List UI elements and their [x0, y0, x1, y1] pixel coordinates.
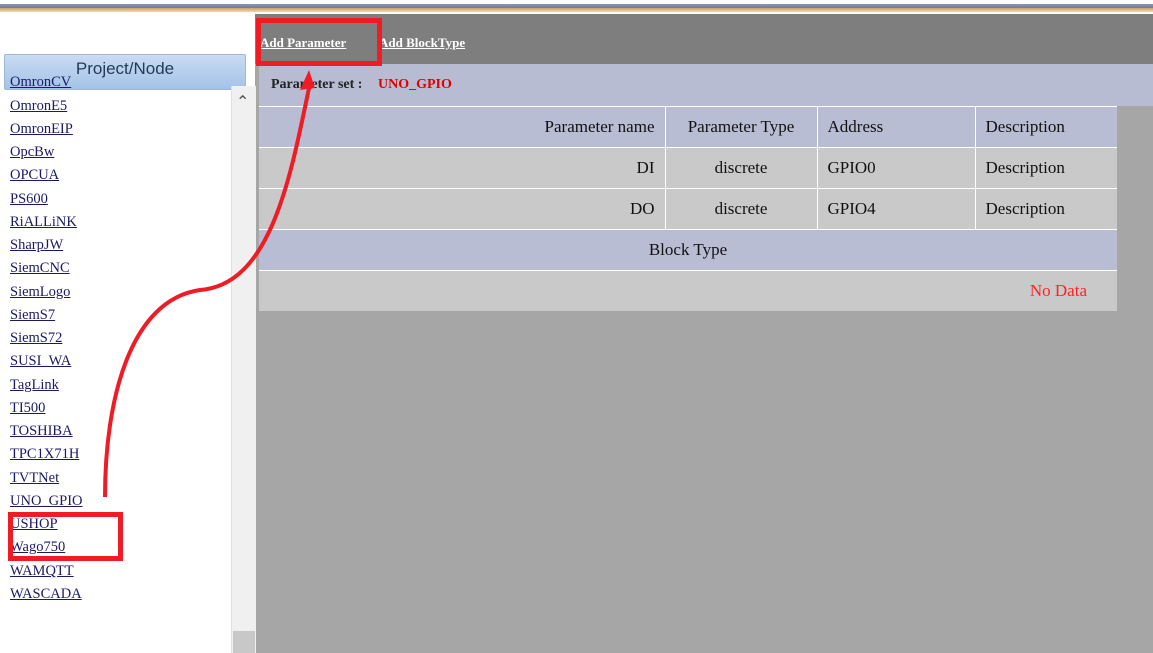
- sidebar-item-taglink[interactable]: TagLink: [10, 377, 59, 394]
- sidebar-item-uno-gpio[interactable]: UNO_GPIO: [10, 493, 83, 510]
- no-data-text: No Data: [259, 270, 1117, 311]
- sidebar-item-siems7[interactable]: SiemS7: [10, 307, 55, 324]
- sidebar-node-list: OmronCV OmronE5 OmronEIP OpcBw OPCUA PS6…: [10, 72, 230, 653]
- scrollbar-thumb[interactable]: [233, 631, 255, 653]
- cell-parameter-type: discrete: [665, 188, 818, 230]
- sidebar-item-riallink[interactable]: RiALLiNK: [10, 214, 77, 231]
- sidebar-item-tvtnet[interactable]: TVTNet: [10, 470, 59, 487]
- sidebar-item-omroncv[interactable]: OmronCV: [10, 74, 71, 91]
- parameter-panel: Parameter set : UNO_GPIO Parameter name …: [259, 64, 1153, 311]
- block-type-empty-row: No Data: [259, 270, 1117, 311]
- sidebar-item-wamqtt[interactable]: WAMQTT: [10, 563, 74, 580]
- cell-description: Description: [975, 147, 1117, 189]
- block-type-header: Block Type: [259, 229, 1117, 271]
- col-description: Description: [975, 106, 1117, 148]
- sidebar-item-opcua[interactable]: OPCUA: [10, 167, 59, 184]
- parameter-table-header: Parameter name Parameter Type Address De…: [259, 106, 1117, 148]
- col-parameter-type: Parameter Type: [665, 106, 818, 148]
- cell-parameter-type: discrete: [665, 147, 818, 189]
- add-blocktype-link[interactable]: Add BlockType: [379, 35, 465, 51]
- parameter-table: Parameter name Parameter Type Address De…: [259, 106, 1117, 311]
- sidebar-item-susi-wa[interactable]: SUSI_WA: [10, 353, 71, 370]
- sidebar-item-opcbw[interactable]: OpcBw: [10, 144, 54, 161]
- sidebar-item-siemcnc[interactable]: SiemCNC: [10, 260, 70, 277]
- sidebar-item-omroneip[interactable]: OmronEIP: [10, 121, 73, 138]
- parameter-set-value: UNO_GPIO: [377, 77, 452, 92]
- col-address: Address: [817, 106, 976, 148]
- sidebar-item-omrone5[interactable]: OmronE5: [10, 98, 67, 115]
- sidebar-scrollbar[interactable]: ⌃: [231, 86, 256, 653]
- table-row[interactable]: DI discrete GPIO0 Description: [259, 147, 1117, 189]
- cell-parameter-name: DO: [259, 188, 666, 230]
- highlight-box-uno-gpio: [8, 512, 123, 561]
- cell-parameter-name: DI: [259, 147, 666, 189]
- cell-address: GPIO0: [817, 147, 976, 189]
- sidebar-item-sharpjw[interactable]: SharpJW: [10, 237, 63, 254]
- col-parameter-name: Parameter name: [259, 106, 666, 148]
- window-top-border: [0, 0, 1153, 14]
- sidebar-item-ti500[interactable]: TI500: [10, 400, 45, 417]
- chevron-up-icon[interactable]: ⌃: [236, 92, 249, 111]
- cell-address: GPIO4: [817, 188, 976, 230]
- sidebar-item-ps600[interactable]: PS600: [10, 191, 48, 208]
- cell-description: Description: [975, 188, 1117, 230]
- sidebar-item-siems72[interactable]: SiemS72: [10, 330, 62, 347]
- sidebar-item-toshiba[interactable]: TOSHIBA: [10, 423, 73, 440]
- parameter-set-label: Parameter set :: [271, 77, 363, 92]
- parameter-set-bar: Parameter set : UNO_GPIO: [259, 64, 1153, 106]
- table-row[interactable]: DO discrete GPIO4 Description: [259, 188, 1117, 230]
- sidebar-item-tpc1x71h[interactable]: TPC1X71H: [10, 446, 79, 463]
- block-type-title: Block Type: [259, 229, 1117, 271]
- highlight-box-add-parameter: [256, 18, 382, 66]
- toolbar: Add Parameter Add BlockType: [255, 14, 1153, 64]
- sidebar-item-siemlogo[interactable]: SiemLogo: [10, 284, 70, 301]
- sidebar-item-wascada[interactable]: WASCADA: [10, 586, 82, 603]
